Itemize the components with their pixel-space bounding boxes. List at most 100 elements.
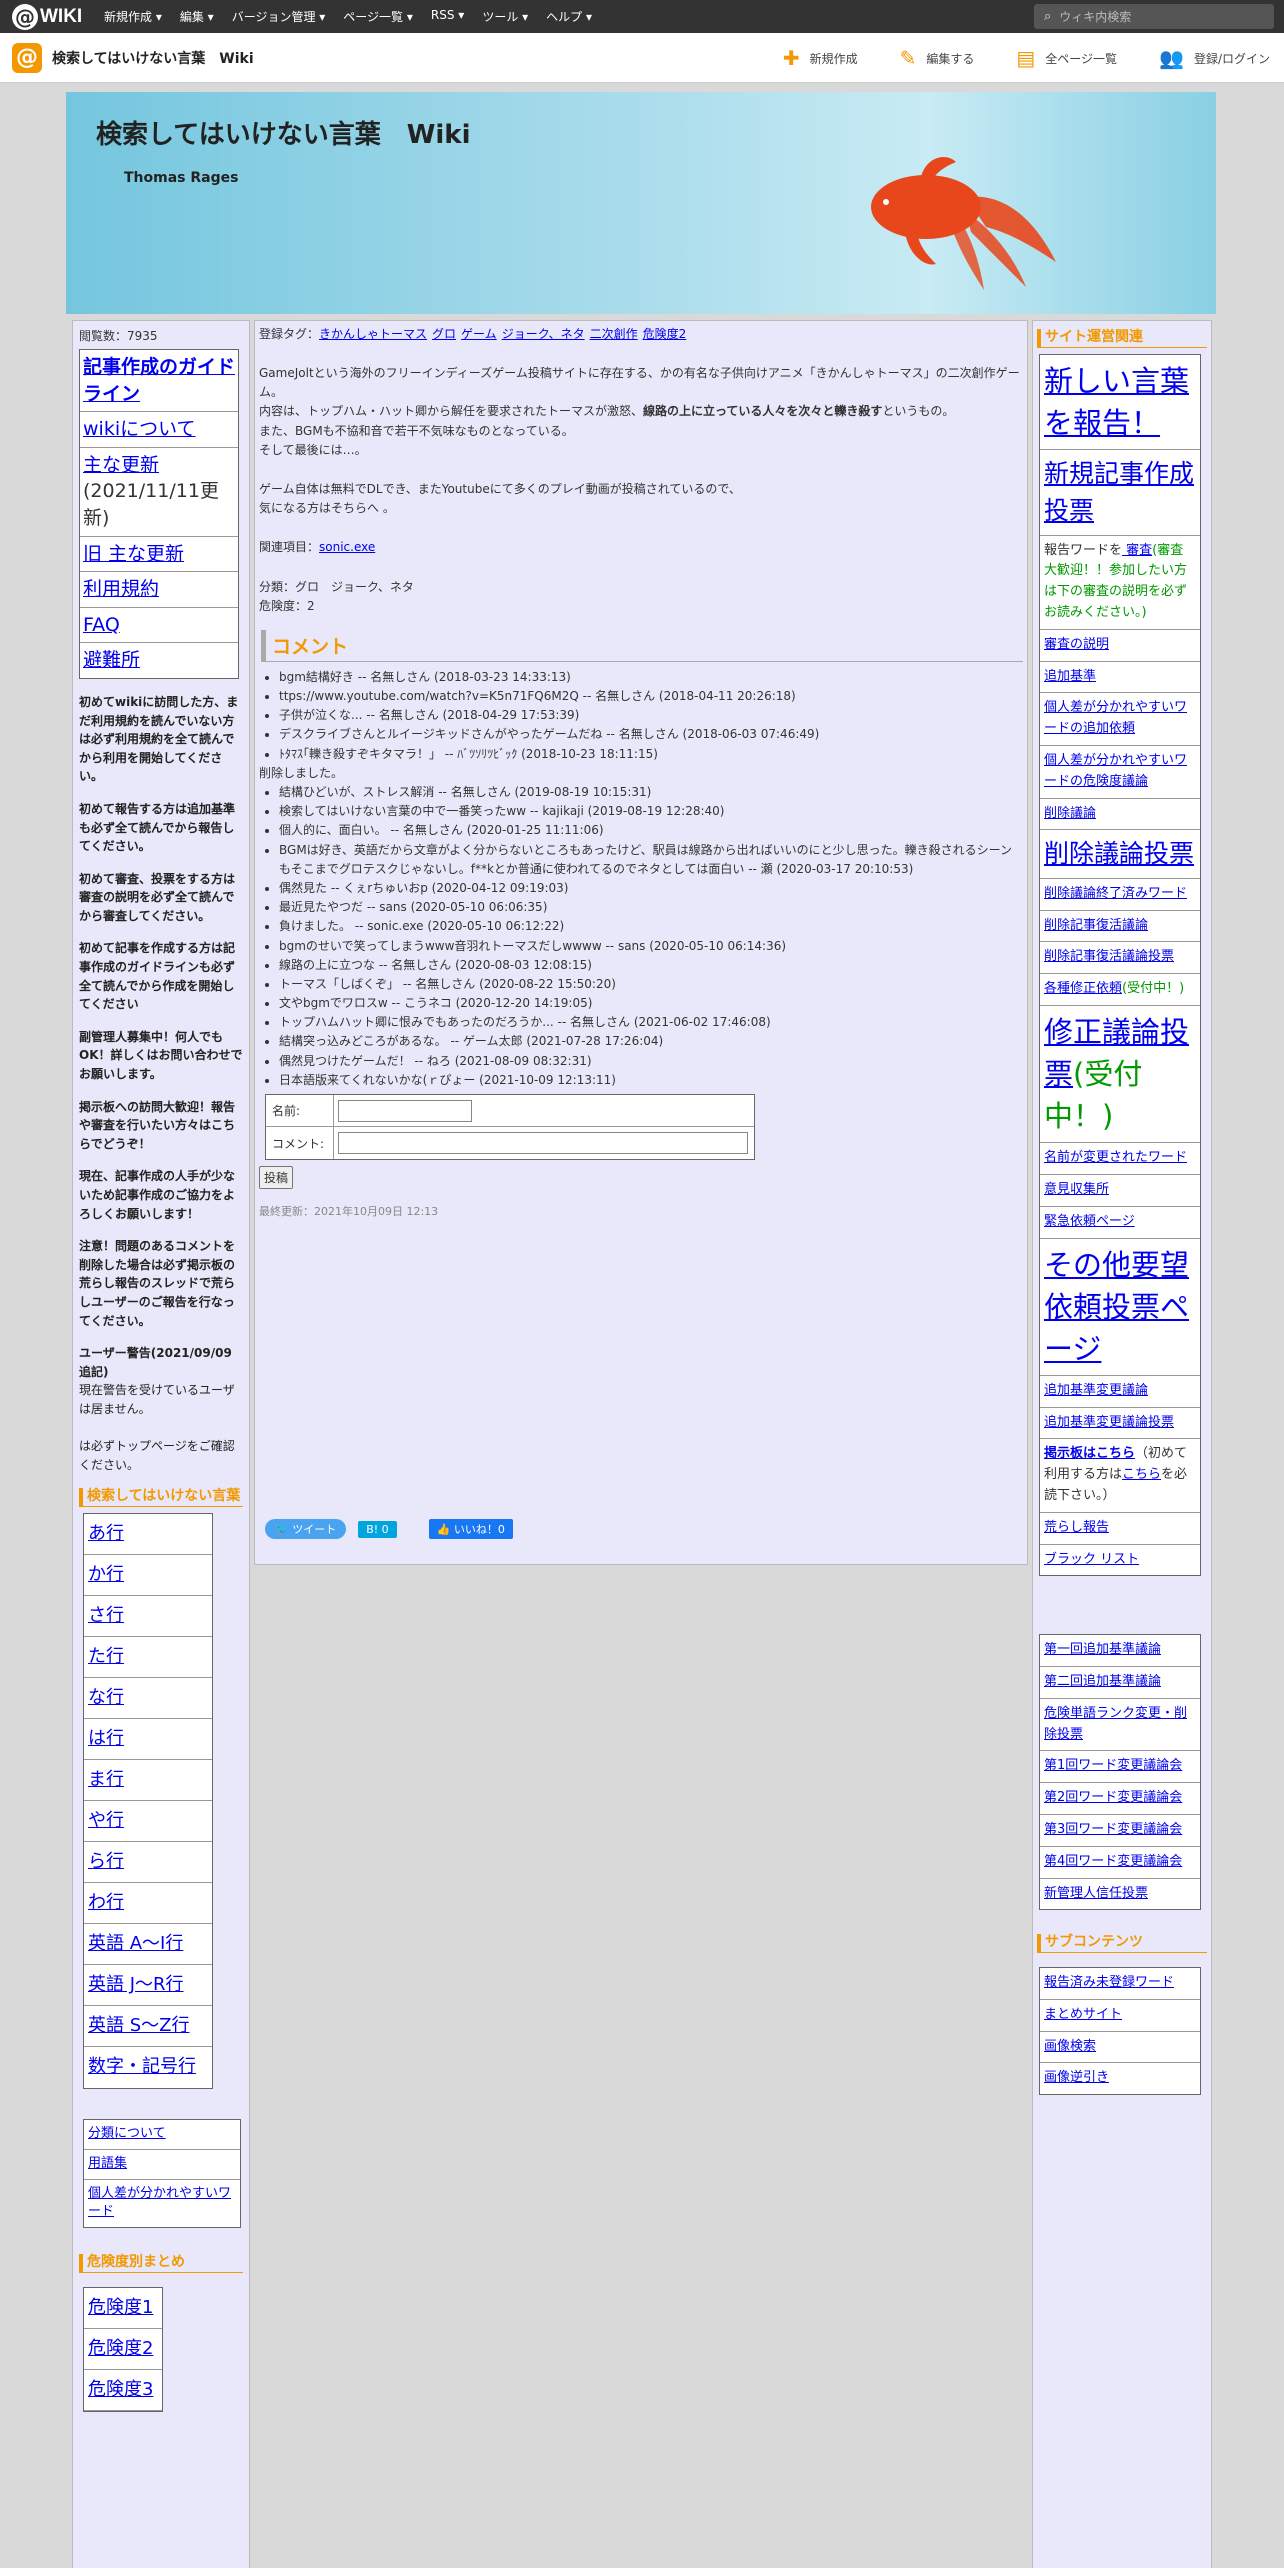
gyo-link[interactable]: た行 [88,1646,124,1667]
misc-link[interactable]: 分類について [88,2126,166,2141]
hatena-bookmark-button[interactable]: B! 0 [358,1520,397,1538]
name-input[interactable] [338,1099,472,1122]
ops-link[interactable]: 掲示板はこちら [1044,1446,1135,1461]
left-nav-link[interactable]: FAQ [83,614,120,636]
tag-link[interactable]: グロ [432,327,456,341]
action-users[interactable]: 👥 登録/ログイン [1159,46,1270,70]
top-menu-item[interactable]: ヘルプ ▾ [546,8,592,25]
site-title[interactable]: 検索してはいけない言葉 Wiki [52,48,254,68]
discussion-item: 第4回ワード変更議論会 [1040,1847,1200,1879]
sub-content-link[interactable]: 画像検索 [1044,2039,1096,2054]
facebook-like-button[interactable]: 👍 いいね！0 [428,1519,513,1539]
ops-link[interactable]: その他要望依頼投票ページ [1044,1248,1189,1366]
gyo-link[interactable]: さ行 [88,1605,124,1626]
gyo-link[interactable]: か行 [88,1564,124,1585]
tag-link[interactable]: ジョーク、ネタ [502,327,585,341]
ops-link[interactable]: 各種修正依頼 [1044,981,1122,996]
left-nav-link[interactable]: 利用規約 [83,578,159,600]
ops-link[interactable]: 意見収集所 [1044,1182,1109,1197]
gyo-link[interactable]: わ行 [88,1892,124,1913]
top-menu-item[interactable]: ページ一覧 ▾ [343,8,413,25]
related-link[interactable]: sonic.exe [319,540,375,554]
ops-link[interactable]: 新規記事作成投票 [1044,459,1194,526]
danger-level-link[interactable]: 危険度3 [88,2379,153,2400]
tag-link[interactable]: きかんしゃトーマス [319,327,427,341]
tag-link[interactable]: 二次創作 [590,327,638,341]
left-nav-link[interactable]: 記事作成のガイドライン [83,356,235,405]
discussion-link[interactable]: 新管理人信任投票 [1044,1886,1148,1901]
sub-content-link[interactable]: 画像逆引き [1044,2070,1109,2085]
action-document[interactable]: ▤ 全ページ一覧 [1016,46,1117,70]
review-link[interactable]: 審査 [1122,543,1152,558]
ops-item: 掲示板はこちら（初めて利用する方はこちらを必読下さい。） [1040,1439,1200,1513]
discussion-link[interactable]: 第一回追加基準議論 [1044,1642,1161,1657]
ops-link[interactable]: 荒らし報告 [1044,1520,1109,1535]
discussion-link[interactable]: 第2回ワード変更議論会 [1044,1790,1182,1805]
ops-link[interactable]: 追加基準 [1044,669,1096,684]
ops-link[interactable]: 個人差が分かれやすいワードの追加依頼 [1044,700,1187,736]
left-nav-link[interactable]: 主な更新 [83,454,159,476]
sub-content-item: 画像逆引き [1040,2063,1200,2094]
ops-item: 削除議論 [1040,799,1200,831]
ops-link[interactable]: ブラック リスト [1044,1552,1139,1567]
post-button[interactable]: 投稿 [259,1166,294,1189]
top-menu-item[interactable]: RSS ▾ [431,8,464,25]
top-menu-item[interactable]: ツール ▾ [482,8,528,25]
ops-link[interactable]: 削除議論投票 [1044,839,1194,868]
ops-link[interactable]: 削除議論終了済みワード [1044,886,1187,901]
gyo-link[interactable]: な行 [88,1687,124,1708]
ops-link[interactable]: 削除記事復活議論 [1044,918,1148,933]
tag-link[interactable]: ゲーム [461,327,497,341]
sub-content-link[interactable]: まとめサイト [1044,2007,1122,2022]
action-label: 登録/ログイン [1193,51,1270,66]
gyo-link[interactable]: は行 [88,1728,124,1749]
ops-link[interactable]: 削除議論 [1044,806,1096,821]
gyo-link[interactable]: 英語 S〜Z行 [88,2015,189,2036]
action-plus[interactable]: ✚ 新規作成 [783,46,858,70]
tweet-button[interactable]: 🐦 ツイート [265,1519,347,1539]
notice-list: 初めてwikiに訪問した方、まだ利用規約を読んでいない方は必ず利用規約を全て読ん… [79,693,243,1330]
ops-link[interactable]: 審査の説明 [1044,637,1109,652]
ops-link[interactable]: 名前が変更されたワード [1044,1150,1187,1165]
gyo-item: 英語 S〜Z行 [84,2006,212,2047]
gyo-link[interactable]: あ行 [88,1523,124,1544]
misc-link[interactable]: 用語集 [88,2156,127,2171]
left-nav-link[interactable]: 旧 主な更新 [83,543,184,565]
users-icon: 👥 [1159,46,1184,70]
gyo-link[interactable]: 数字・記号行 [88,2056,196,2077]
comment-item: ﾄﾀﾏｽ｢轢き殺すぞキタマラ！」 -- ﾊﾞﾂｿﾘﾂﾋﾞｯｸ (2018-10-… [279,745,1023,764]
misc-link[interactable]: 個人差が分かれやすいワード [88,2186,231,2220]
action-pencil[interactable]: ✎ 編集する [900,46,975,70]
ops-link[interactable]: 緊急依頼ページ [1044,1214,1135,1229]
danger-level-link[interactable]: 危険度1 [88,2297,153,2318]
top-menu-item[interactable]: 新規作成 ▾ [104,8,162,25]
site-bar: @ 検索してはいけない言葉 Wiki ✚ 新規作成 ✎ 編集する ▤ 全ページ一覧 👥 登録/… [0,33,1284,83]
discussion-link[interactable]: 第二回追加基準議論 [1044,1674,1161,1689]
gyo-link[interactable]: や行 [88,1810,124,1831]
left-nav-link[interactable]: wikiについて [83,418,196,440]
must-read-link[interactable]: こちら [1122,1467,1161,1482]
ops-link[interactable]: 追加基準変更議論投票 [1044,1415,1174,1430]
discussion-link[interactable]: 第3回ワード変更議論会 [1044,1822,1182,1837]
site-icon[interactable]: @ [12,42,42,73]
gyo-link[interactable]: ま行 [88,1769,124,1790]
gyo-link[interactable]: ら行 [88,1851,124,1872]
sub-content-link[interactable]: 報告済み未登録ワード [1044,1975,1174,1990]
ops-link[interactable]: 新しい言葉を報告！ [1044,364,1189,440]
top-menu-item[interactable]: バージョン管理 ▾ [232,8,326,25]
discussion-link[interactable]: 第4回ワード変更議論会 [1044,1854,1182,1869]
ops-link[interactable]: 削除記事復活議論投票 [1044,949,1174,964]
top-menu-item[interactable]: 編集 ▾ [180,8,214,25]
comment-input[interactable] [338,1132,748,1154]
atwiki-logo[interactable]: @ WIKI [12,3,104,30]
ops-link[interactable]: 追加基準変更議論 [1044,1383,1148,1398]
danger-level-link[interactable]: 危険度2 [88,2338,153,2359]
tag-link[interactable]: 危険度2 [643,327,687,341]
ops-link[interactable]: 個人差が分かれやすいワードの危険度議論 [1044,753,1187,789]
discussion-link[interactable]: 第1回ワード変更議論会 [1044,1758,1182,1773]
wiki-search-box[interactable]: ⌕ ウィキ内検索 [1034,4,1274,29]
left-nav-link[interactable]: 避難所 [83,649,140,671]
gyo-link[interactable]: 英語 J〜R行 [88,1974,184,1995]
gyo-link[interactable]: 英語 A〜I行 [88,1933,183,1954]
discussion-link[interactable]: 危険単語ランク変更・削除投票 [1044,1706,1187,1742]
